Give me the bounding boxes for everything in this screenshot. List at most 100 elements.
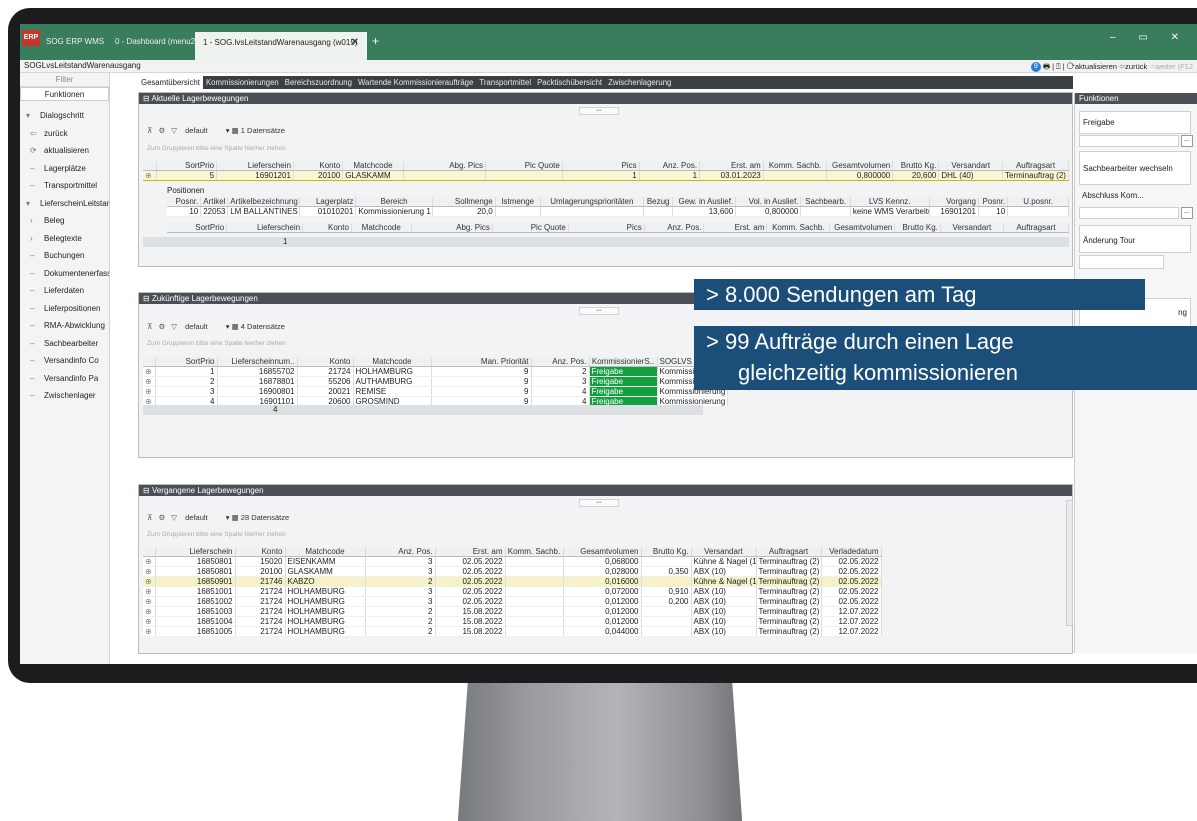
tab-view[interactable]: Gesamtübersicht [138,76,203,89]
column-header[interactable]: SortPrio [155,357,218,367]
column-header[interactable]: Istmenge [495,197,541,207]
column-header[interactable]: Matchcode [342,161,404,171]
column-header[interactable]: Komm. Sachb. [763,161,828,171]
sachbearbeiter-wechseln-button[interactable]: Sachbearbeiter wechseln [1079,151,1191,185]
column-header[interactable]: Gesamtvolumen [829,223,896,233]
table-row[interactable]: ⊕ 16851005 21724 HOLHAMBURG 2 15.08.2022 0,044… [143,626,882,637]
close-icon[interactable]: ✕ [351,37,359,48]
column-header[interactable]: Erst. am [699,161,764,171]
tab-view[interactable]: Wartende Kommissionieraufträge [355,76,476,89]
column-header[interactable]: Konto [235,547,286,557]
abschluss-kom-button[interactable]: Abschluss Kom... [1079,185,1191,206]
table-row[interactable]: ⊕ 2 16878801 55206 AUTHAMBURG 9 3 Freigabe Kommi… [143,376,728,387]
layout-default[interactable]: default [185,126,208,135]
sidebar-item[interactable]: ⟳ aktualisieren [20,142,109,160]
new-tab-icon[interactable]: + [372,34,379,48]
column-header[interactable]: Matchcode [285,547,366,557]
sidebar-item[interactable]: – Buchungen [20,247,109,265]
forward-button[interactable]: weiter (F12 [1155,62,1193,71]
column-header[interactable]: Erst. am [435,547,506,557]
tab-dashboard[interactable]: 0 - Dashboard (menu2) [115,37,198,46]
column-header[interactable]: Man. Priorität [431,357,532,367]
column-header[interactable]: Auftragsart [1002,161,1069,171]
column-header[interactable]: Artikel [200,197,229,207]
column-header[interactable]: Abg. Pics [403,161,486,171]
tab-view[interactable]: Transportmittel [476,76,534,89]
column-header[interactable]: Bereich [355,197,433,207]
table-row[interactable]: ⊕ 16851003 21724 HOLHAMBURG 2 15.08.2022 0,012… [143,606,882,617]
sidebar-item[interactable]: › Belegtexte [20,230,109,248]
column-header[interactable]: Konto [302,223,352,233]
freigabe-lookup-button[interactable]: ... [1181,135,1193,147]
sidebar-item[interactable]: ▾ Dialogschritt [20,107,109,125]
pin-icon[interactable]: ⊼ [147,513,153,522]
sidebar-item[interactable]: – Zwischenlager [20,387,109,405]
print-icon[interactable]: 🖶 [1043,62,1050,71]
column-header[interactable]: Brutto Kg. [641,547,692,557]
help-icon[interactable]: ⍰ [1056,62,1061,71]
dropdown-icon[interactable]: ▾ [226,126,230,135]
column-header[interactable]: Sollmenge [432,197,496,207]
column-header[interactable]: Konto [297,357,354,367]
sidebar-item[interactable]: – Lagerplätze [20,160,109,178]
column-header[interactable]: Erst. am [703,223,768,233]
table-row[interactable]: ⊕ 16850901 21746 KABZO 2 02.05.2022 0,016000 Kü… [143,576,882,587]
column-header[interactable]: Matchcode [351,223,412,233]
expand-icon[interactable]: ⊕ [143,566,156,577]
table-row[interactable]: ⊕ 16850801 20100 GLASKAMM 3 02.05.2022 0,02800… [143,566,882,577]
sidebar-funktionen[interactable]: Funktionen [20,87,109,101]
column-header[interactable]: Versandart [691,547,757,557]
expand-icon[interactable]: ⊕ [143,626,156,637]
sidebar-item[interactable]: – Versandinfo Pa [20,370,109,388]
column-header[interactable]: Lieferschein [226,223,304,233]
tab-leitstand[interactable]: 1 - SOG.lvsLeitstandWarenausgang (w015) … [195,32,367,60]
column-header[interactable]: Pic Quote [492,223,569,233]
pin-icon[interactable]: ⊼ [147,126,153,135]
column-header[interactable]: Gew. in Auslief. [672,197,737,207]
expand-icon[interactable]: ⊕ [143,376,156,387]
table-row[interactable]: ⊕ 16851002 21724 HOLHAMBURG 3 02.05.2022 0,012… [143,596,882,607]
expand-icon[interactable]: ⊕ [143,576,156,587]
tab-view[interactable]: Kommissionierungen [203,76,282,89]
scrollbar-vergangene[interactable] [1066,500,1073,626]
splitter-handle[interactable]: ••• [579,107,619,115]
table-row[interactable]: 1022053LM BALLANTINES 21 P01010201Kommis… [167,206,1069,217]
column-header[interactable]: Anz. Pos. [531,357,590,367]
column-header[interactable]: Auftragsart [756,547,822,557]
column-header[interactable]: Gesamtvolumen [563,547,642,557]
column-header[interactable]: SortPrio [156,161,218,171]
column-header[interactable]: Lagerplatz [299,197,357,207]
column-header[interactable]: Matchcode [353,357,432,367]
refresh-icon[interactable]: ⟳ [1067,62,1075,71]
sidebar-item[interactable]: – Sachbearbeiter [20,335,109,353]
column-header[interactable]: Pics [562,161,640,171]
splitter-handle[interactable]: ••• [579,307,619,315]
pin-icon[interactable]: ⊼ [147,322,153,331]
table-row[interactable]: ⊕ 16851001 21724 HOLHAMBURG 3 02.05.2022 0,072… [143,586,882,597]
column-header[interactable]: Brutto Kg. [892,161,940,171]
sidebar-item[interactable]: – RMA-Abwicklung [20,317,109,335]
tour-input[interactable] [1079,255,1164,269]
freigabe-button[interactable]: Freigabe [1079,111,1191,134]
sidebar-item[interactable]: – Lieferpositionen [20,300,109,318]
layout-default[interactable]: default [185,513,208,522]
freigabe-input[interactable] [1079,135,1179,147]
column-header[interactable]: U.posnr. [1007,197,1069,207]
abschluss-lookup-button[interactable]: ... [1181,207,1193,219]
column-header[interactable]: Versandart [938,161,1004,171]
column-header[interactable]: Umlagerungsprioritäten [540,197,645,207]
column-header[interactable]: Komm. Sachb. [766,223,831,233]
column-header[interactable]: Posnr. [978,197,1009,207]
column-header[interactable]: Anz. Pos. [644,223,705,233]
refresh-button[interactable]: aktualisieren [1075,62,1117,71]
sidebar-filter[interactable]: Filter [20,73,109,87]
filter-icon[interactable]: ▽ [171,513,177,522]
sidebar-item[interactable]: ⇦ zurück [20,125,109,143]
column-header[interactable]: Vorgang [929,197,979,207]
sidebar-item[interactable]: ▾ LieferscheinLeitstand [20,195,109,213]
expand-icon[interactable]: ⊕ [143,386,156,397]
column-header[interactable]: Artikelbezeichnung [227,197,301,207]
expand-icon[interactable]: ⊕ [143,616,156,627]
back-button[interactable]: zurück [1125,62,1147,71]
sidebar-item[interactable]: –Dokumentenerfassung [20,265,109,283]
